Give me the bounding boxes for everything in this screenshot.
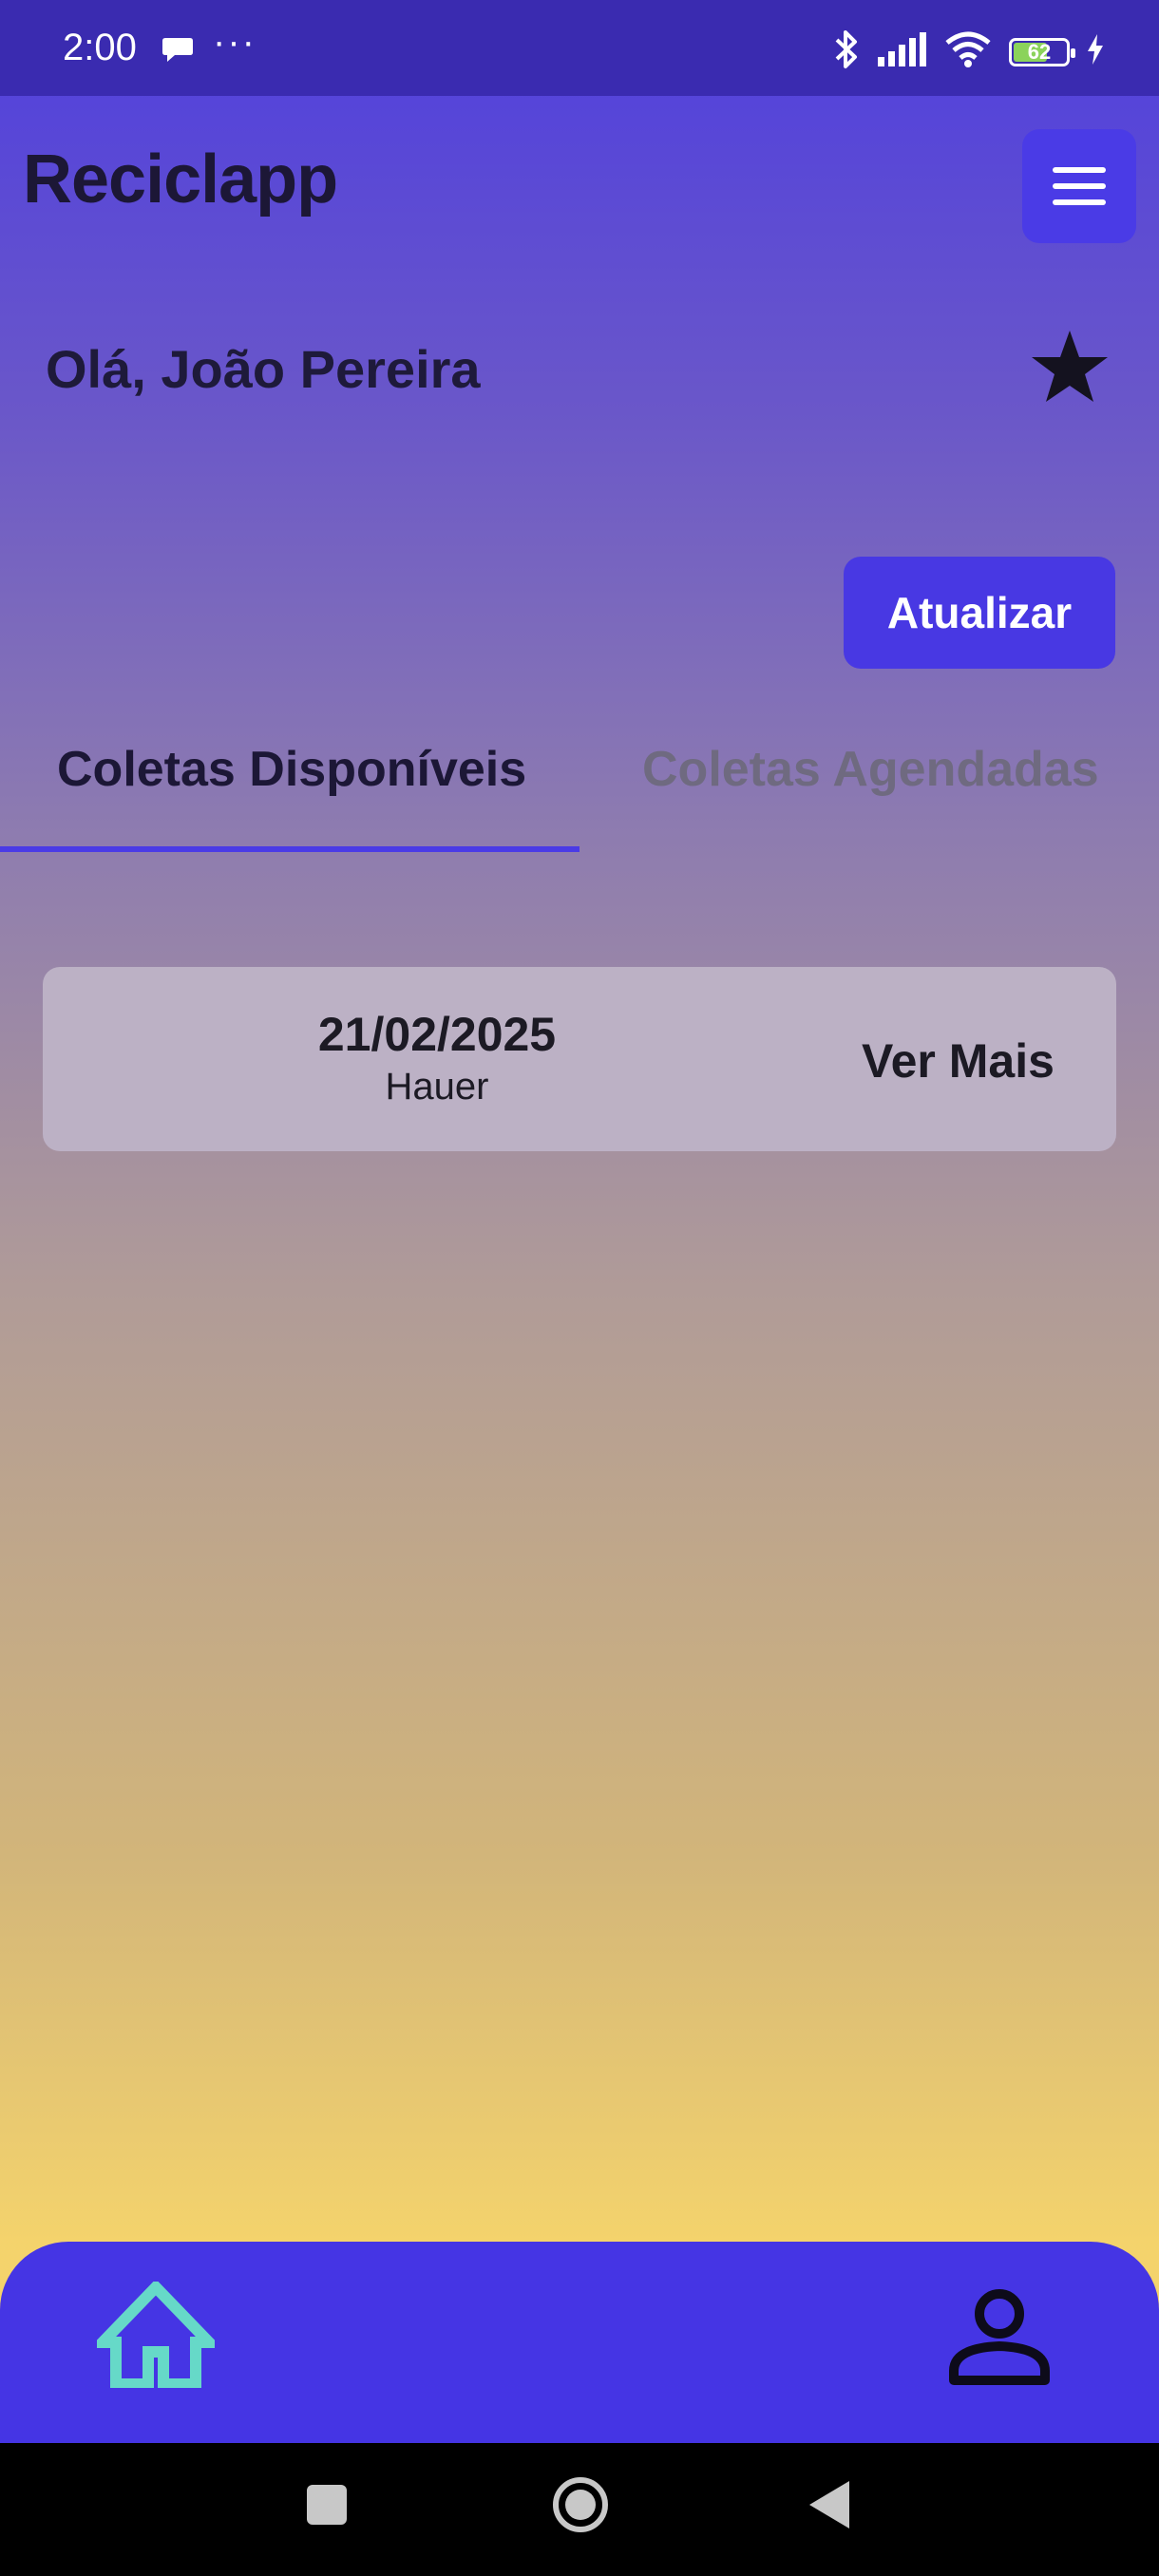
collection-date: 21/02/2025 [317,1008,557,1061]
collection-card[interactable]: 21/02/2025 Hauer Ver Mais [43,967,1116,1151]
bluetooth-icon [832,28,861,75]
status-bar: 2:00 ··· 62 [0,0,1159,96]
battery-icon: 62 [1009,37,1075,66]
collection-location: Hauer [385,1066,489,1108]
wifi-icon [944,31,992,72]
chat-bubble-icon [162,36,194,69]
system-navigation-bar [0,2443,1159,2576]
bottom-navigation [0,2242,1159,2443]
star-icon[interactable] [1030,329,1110,409]
home-circle-icon[interactable] [551,2475,610,2539]
status-time: 2:00 [63,27,137,68]
tab-available-collections[interactable]: Coletas Disponíveis [57,741,526,798]
greeting-text: Olá, João Pereira [46,339,481,399]
profile-icon[interactable] [946,2287,1053,2391]
recent-apps-icon[interactable] [307,2485,347,2525]
menu-button[interactable] [1022,129,1136,243]
more-notifications-icon: ··· [213,21,256,63]
tab-scheduled-collections[interactable]: Coletas Agendadas [642,741,1099,798]
back-icon[interactable] [808,2479,851,2535]
signal-icon [878,32,927,71]
app-title: Reciclapp [23,142,338,218]
active-tab-indicator [0,846,580,852]
battery-level: 62 [1027,39,1052,64]
refresh-button[interactable]: Atualizar [844,557,1115,669]
see-more-button[interactable]: Ver Mais [862,1033,1054,1089]
hamburger-menu-icon [1053,167,1106,173]
charging-icon [1087,34,1104,69]
home-icon[interactable] [88,2279,223,2393]
